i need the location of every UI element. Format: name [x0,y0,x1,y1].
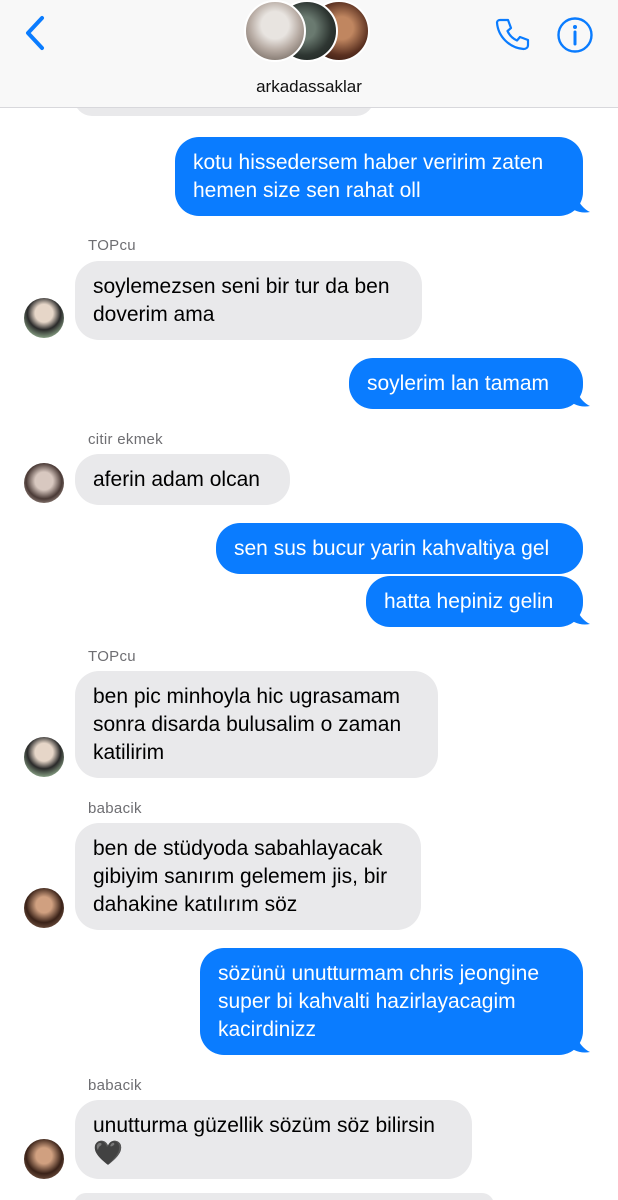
bubble-tail [566,384,590,407]
bubble-tail [566,1030,590,1053]
group-avatar [244,0,306,62]
sender-name: TOPcu [88,648,136,665]
avatar[interactable] [24,298,64,338]
black-heart-emoji: 🖤 [93,1140,123,1167]
info-icon [557,17,593,53]
group-name[interactable]: arkadassaklar [0,77,618,97]
outgoing-message[interactable]: hatta hepiniz gelin [366,576,583,627]
bubble-tail [566,602,590,625]
phone-icon [495,18,530,51]
outgoing-message[interactable]: soylerim lan tamam [349,358,583,409]
bubble-tail [566,190,590,213]
avatar[interactable] [24,737,64,777]
info-button[interactable] [556,16,594,54]
incoming-message[interactable]: aferin adam olcan [75,454,290,505]
incoming-message[interactable]: ben de stüdyoda sabahlayacak gibiyim san… [75,823,421,930]
sender-name: citir ekmek [88,431,163,448]
call-button[interactable] [494,16,530,52]
outgoing-message[interactable]: kotu hissedersem haber veririm zaten hem… [175,137,583,216]
incoming-message[interactable]: soylemezsen seni bir tur da ben doverim … [75,261,422,340]
back-button[interactable] [18,12,58,56]
avatar[interactable] [24,1139,64,1179]
incoming-message[interactable]: ben pic minhoyla hic ugrasamam sonra dis… [75,671,438,778]
sender-name: babacik [88,1077,142,1094]
outgoing-message[interactable]: sen sus bucur yarin kahvaltiya gel [216,523,583,574]
sender-name: babacik [88,800,142,817]
next-message-bubble [74,1193,494,1200]
sender-name: TOPcu [88,237,136,254]
chevron-left-icon [26,16,44,50]
outgoing-message[interactable]: sözünü unutturmam chris jeongine super b… [200,948,583,1055]
incoming-message[interactable]: unutturma güzellik sözüm söz bilirsin 🖤 [75,1100,472,1179]
avatar[interactable] [24,888,64,928]
group-avatars[interactable] [244,0,374,64]
avatar[interactable] [24,463,64,503]
chat-header: arkadassaklar [0,0,618,108]
